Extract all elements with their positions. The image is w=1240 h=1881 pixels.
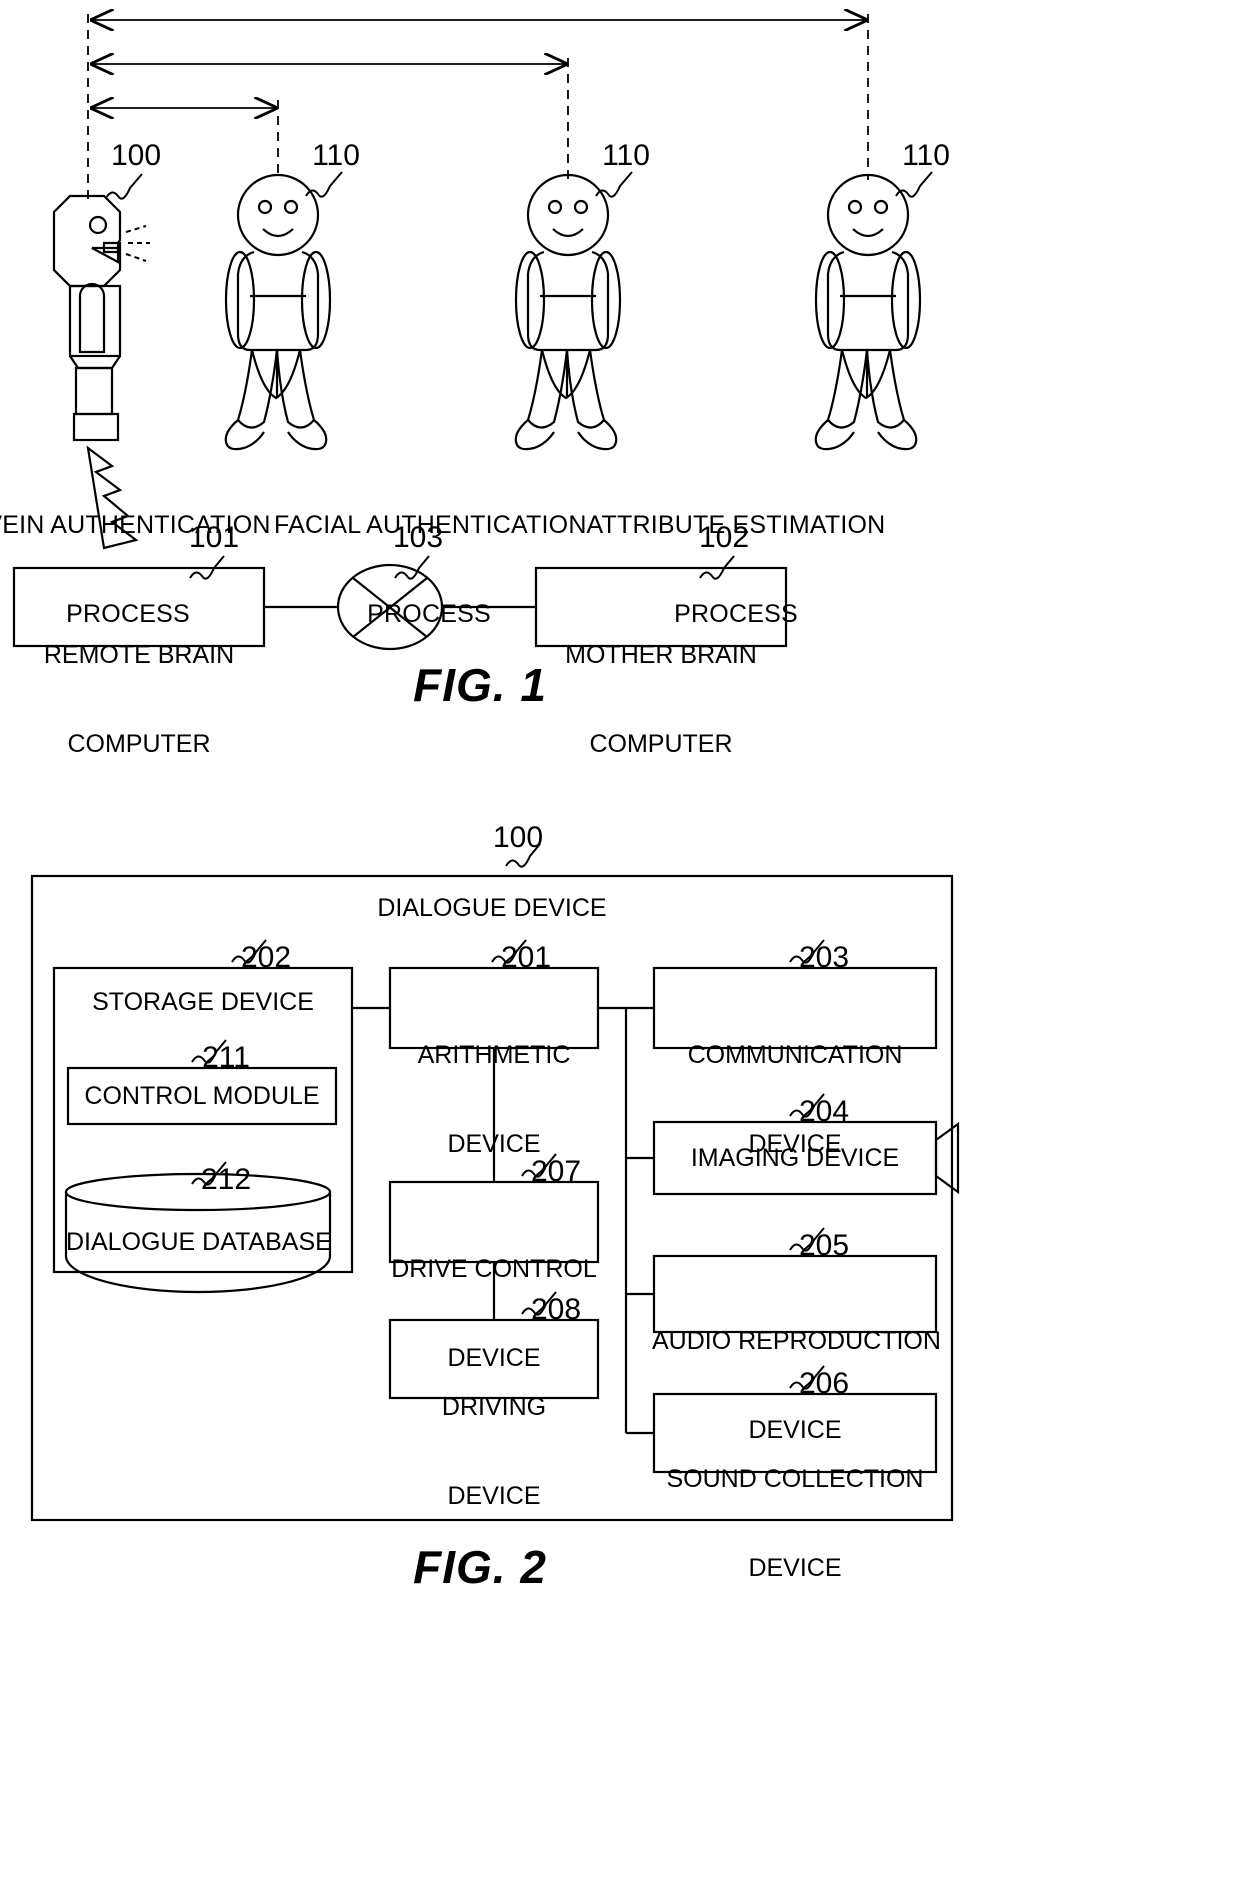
block-arithmetic-device-line1: ARITHMETIC bbox=[417, 1041, 571, 1069]
dialogue-device-title: DIALOGUE DEVICE bbox=[377, 894, 607, 922]
block-storage-device: STORAGE DEVICE bbox=[92, 988, 314, 1016]
block-imaging-device: IMAGING DEVICE bbox=[690, 1144, 900, 1172]
person-figure bbox=[224, 173, 922, 451]
ref-202: 202 bbox=[240, 941, 292, 974]
block-arithmetic-device-line2: DEVICE bbox=[447, 1129, 541, 1158]
block-drive-control-device-line1: DRIVE CONTROL bbox=[391, 1255, 597, 1283]
ref-110-person-2: 110 bbox=[602, 139, 650, 172]
block-arithmetic-device: ARITHMETIC DEVICE bbox=[390, 982, 598, 1218]
fig1-range-arrows bbox=[92, 20, 866, 108]
ref-100-dialogue-device: 100 bbox=[492, 821, 544, 854]
block-control-module: CONTROL MODULE bbox=[84, 1082, 320, 1110]
block-mother-brain-computer-line2: COMPUTER bbox=[589, 729, 733, 758]
ref-205: 205 bbox=[798, 1229, 850, 1262]
robot-figure bbox=[52, 194, 150, 442]
ref-211: 211 bbox=[202, 1041, 250, 1074]
ref-102: 102 bbox=[698, 521, 750, 554]
ref-212: 212 bbox=[200, 1163, 252, 1196]
block-sound-collection-device: SOUND COLLECTION DEVICE bbox=[654, 1406, 936, 1642]
figure-2-caption: FIG. 2 bbox=[413, 1541, 547, 1593]
block-remote-brain-computer-line1: REMOTE BRAIN bbox=[43, 641, 235, 669]
block-mother-brain-computer-line1: MOTHER BRAIN bbox=[565, 641, 757, 669]
camera-lens-icon bbox=[934, 1121, 960, 1195]
ref-103: 103 bbox=[392, 521, 444, 554]
block-driving-device-line2: DEVICE bbox=[447, 1481, 541, 1510]
block-communication-device-line1: COMMUNICATION bbox=[687, 1041, 903, 1069]
block-dialogue-database: DIALOGUE DATABASE bbox=[66, 1228, 332, 1256]
block-sound-collection-device-line1: SOUND COLLECTION bbox=[666, 1465, 924, 1493]
ref-203: 203 bbox=[798, 941, 850, 974]
block-mother-brain-computer: MOTHER BRAIN COMPUTER bbox=[536, 582, 786, 818]
block-sound-collection-device-line2: DEVICE bbox=[748, 1553, 842, 1582]
drawing-vector-layer bbox=[12, 0, 960, 1522]
block-communication-device: COMMUNICATION DEVICE bbox=[654, 982, 936, 1218]
ref-110-person-1: 110 bbox=[312, 139, 360, 172]
ref-201: 201 bbox=[500, 941, 552, 974]
block-driving-device: DRIVING DEVICE bbox=[390, 1334, 598, 1570]
fig1-guide-lines bbox=[87, 14, 869, 200]
speech-lines-icon bbox=[125, 225, 150, 262]
block-driving-device-line1: DRIVING bbox=[441, 1393, 547, 1421]
ref-101: 101 bbox=[188, 521, 240, 554]
ref-100-robot: 100 bbox=[110, 139, 162, 172]
block-audio-reproduction-device-line1: AUDIO REPRODUCTION bbox=[652, 1327, 941, 1355]
patent-drawing-sheet: 100 110 110 110 VEIN AUTHENTICATION PROC… bbox=[0, 0, 1240, 1881]
ref-110-person-3: 110 bbox=[902, 139, 950, 172]
figure-1-caption: FIG. 1 bbox=[413, 659, 547, 711]
block-remote-brain-computer-line2: COMPUTER bbox=[67, 729, 211, 758]
block-remote-brain-computer: REMOTE BRAIN COMPUTER bbox=[14, 582, 264, 818]
